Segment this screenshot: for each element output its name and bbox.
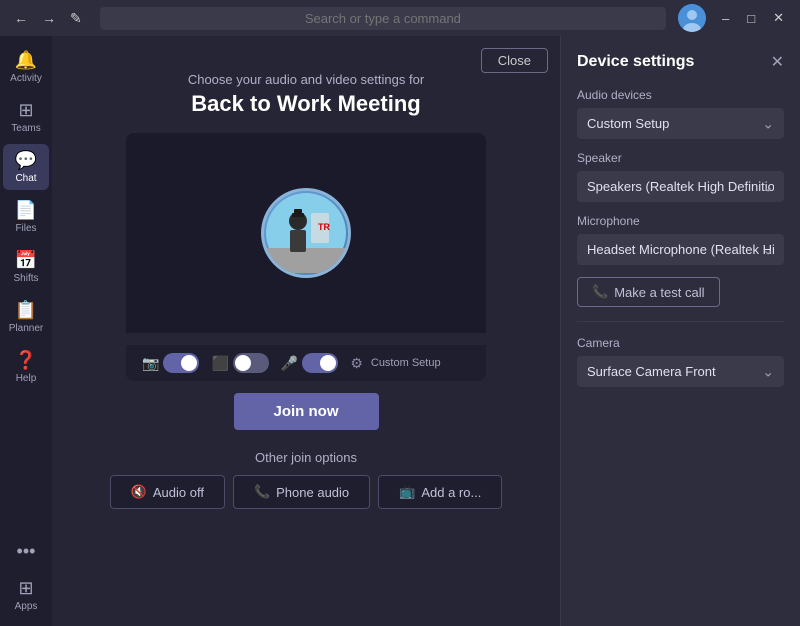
sidebar-label-teams: Teams [11, 123, 40, 134]
sidebar-item-apps[interactable]: ⊞ Apps [3, 572, 49, 618]
meeting-close-button[interactable]: Close [481, 48, 548, 73]
back-button[interactable]: ← [8, 8, 34, 29]
speaker-select[interactable]: Speakers (Realtek High Definition Au... [577, 171, 784, 202]
sidebar-item-teams[interactable]: ⊞ Teams [3, 94, 49, 140]
audio-off-label: Audio off [153, 485, 204, 500]
user-avatar: TR [261, 188, 351, 278]
sidebar-label-chat: Chat [15, 173, 36, 184]
meeting-modal: Close Choose your audio and video settin… [52, 36, 560, 626]
speaker-select-wrapper: Speakers (Realtek High Definition Au... [577, 171, 784, 202]
sidebar-label-activity: Activity [10, 73, 42, 84]
other-join-label: Other join options [110, 450, 503, 465]
video-control: 📷 [142, 353, 199, 373]
forward-button[interactable]: → [36, 8, 62, 29]
audio-device-select-wrapper: Custom Setup [577, 108, 784, 139]
teams-icon: ⊞ [18, 100, 33, 121]
test-call-button[interactable]: 📞 Make a test call [577, 277, 720, 307]
main-layout: 🔔 Activity ⊞ Teams 💬 Chat 📄 Files 📅 Shif… [0, 36, 800, 626]
audio-devices-label: Audio devices [577, 88, 784, 102]
sidebar-item-more[interactable]: ••• [3, 535, 49, 568]
search-bar [100, 7, 666, 30]
other-join-section: Other join options 🔇 Audio off 📞 Phone a… [110, 450, 503, 509]
add-room-label: Add a ro... [421, 485, 481, 500]
window-close-button[interactable]: ✕ [765, 8, 792, 28]
window-controls: – □ ✕ [714, 8, 792, 28]
audio-off-icon: 🔇 [131, 484, 147, 500]
microphone-label: Microphone [577, 214, 784, 228]
audio-device-select[interactable]: Custom Setup [577, 108, 784, 139]
device-settings-close-button[interactable]: ✕ [771, 52, 784, 72]
sidebar-more: ••• ⊞ Apps [3, 535, 49, 626]
join-now-button[interactable]: Join now [234, 393, 379, 430]
sidebar-label-shifts: Shifts [13, 273, 38, 284]
camera-select[interactable]: Surface Camera Front [577, 356, 784, 387]
mic-control: 🎤 [281, 353, 338, 373]
maximize-button[interactable]: □ [739, 8, 763, 28]
video-area: TR 📷 [126, 133, 486, 381]
mic-toggle[interactable] [302, 353, 338, 373]
settings-control: ⚙ Custom Setup [350, 355, 440, 372]
controls-bar: 📷 ⬛ 🎤 [126, 345, 486, 381]
nav-buttons: ← → ✎ [8, 8, 88, 29]
help-icon: ❓ [15, 350, 37, 371]
sidebar-label-help: Help [16, 373, 37, 384]
titlebar: ← → ✎ – □ ✕ [0, 0, 800, 36]
device-settings-header: Device settings ✕ [577, 52, 784, 72]
add-room-button[interactable]: 📺 Add a ro... [378, 475, 502, 509]
files-icon: 📄 [15, 200, 37, 221]
device-settings-title: Device settings [577, 53, 694, 71]
test-call-label: Make a test call [614, 285, 704, 300]
sidebar-label-planner: Planner [9, 323, 43, 334]
custom-setup-label: Custom Setup [371, 357, 441, 369]
svg-text:TR: TR [318, 222, 330, 232]
sidebar-item-help[interactable]: ❓ Help [3, 344, 49, 390]
device-settings-panel: Device settings ✕ Audio devices Custom S… [560, 36, 800, 626]
microphone-select[interactable]: Headset Microphone (Realtek High D... [577, 234, 784, 265]
shifts-icon: 📅 [15, 250, 37, 271]
activity-icon: 🔔 [15, 50, 37, 71]
sidebar: 🔔 Activity ⊞ Teams 💬 Chat 📄 Files 📅 Shif… [0, 36, 52, 626]
join-options: 🔇 Audio off 📞 Phone audio 📺 Add a ro... [110, 475, 503, 509]
camera-select-wrapper: Surface Camera Front [577, 356, 784, 387]
phone-audio-label: Phone audio [276, 485, 349, 500]
minimize-button[interactable]: – [714, 8, 737, 28]
content-area: Close Choose your audio and video settin… [52, 36, 800, 626]
sidebar-label-files: Files [15, 223, 36, 234]
meeting-subtitle: Choose your audio and video settings for [188, 72, 424, 87]
sidebar-label-apps: Apps [15, 601, 38, 612]
apps-icon: ⊞ [18, 578, 33, 599]
background-control: ⬛ [211, 353, 268, 373]
room-icon: 📺 [399, 484, 415, 500]
phone-test-icon: 📞 [592, 284, 608, 300]
gear-icon: ⚙ [350, 355, 363, 372]
phone-audio-button[interactable]: 📞 Phone audio [233, 475, 370, 509]
blur-toggle[interactable] [233, 353, 269, 373]
mic-icon: 🎤 [281, 355, 298, 372]
sidebar-item-shifts[interactable]: 📅 Shifts [3, 244, 49, 290]
search-input[interactable] [100, 7, 666, 30]
audio-off-button[interactable]: 🔇 Audio off [110, 475, 225, 509]
microphone-select-wrapper: Headset Microphone (Realtek High D... [577, 234, 784, 265]
video-preview: TR [126, 133, 486, 333]
camera-off-icon: 📷 [142, 355, 159, 372]
sidebar-item-activity[interactable]: 🔔 Activity [3, 44, 49, 90]
phone-icon: 📞 [254, 484, 270, 500]
sidebar-item-planner[interactable]: 📋 Planner [3, 294, 49, 340]
more-icon: ••• [17, 541, 36, 562]
speaker-label: Speaker [577, 151, 784, 165]
blur-icon: ⬛ [211, 355, 228, 372]
camera-label: Camera [577, 336, 784, 350]
avatar[interactable] [678, 4, 706, 32]
video-toggle[interactable] [163, 353, 199, 373]
planner-icon: 📋 [15, 300, 37, 321]
sidebar-item-chat[interactable]: 💬 Chat [3, 144, 49, 190]
edit-button[interactable]: ✎ [64, 8, 88, 29]
meeting-header: Choose your audio and video settings for… [188, 72, 424, 117]
meeting-title: Back to Work Meeting [188, 91, 424, 117]
meeting-content: TR 📷 [68, 133, 544, 509]
divider [577, 321, 784, 322]
sidebar-item-files[interactable]: 📄 Files [3, 194, 49, 240]
chat-icon: 💬 [15, 150, 37, 171]
